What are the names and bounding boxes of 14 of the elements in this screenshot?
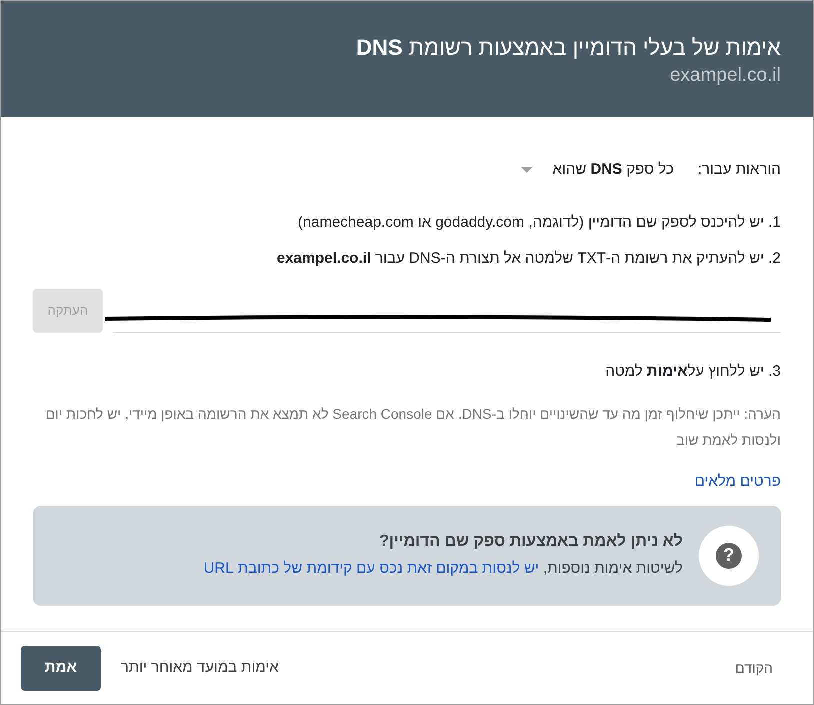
url-prefix-link[interactable]: יש לנסות במקום זאת נכס עם קידומת של כתובת URL bbox=[204, 560, 540, 578]
step-text: 1. יש להיכנס לספק שם הדומיין (לדוגמה, godaddy.com או namecheap.com) bbox=[297, 212, 781, 232]
dialog-subtitle: exampel.co.il bbox=[670, 64, 781, 88]
back-button[interactable]: הקודם bbox=[715, 658, 793, 678]
help-title: לא ניתן לאמת באמצעות ספק שם הדומיין? bbox=[378, 532, 683, 552]
help-text: לשיטות אימות נוספות, יש לנסות במקום זאת נכס עם קידומת של כתובת URL bbox=[204, 559, 683, 580]
note-text: הערה: ייתכן שיחלוף זמן מה עד שהשינויים יוחלו ב-DNS. אם Search Console לא תמצא את הרשומה באופן מיידי, יש לחכות יום ולנסות לאמת שוב bbox=[44, 405, 781, 450]
verify-later-button[interactable]: אימות במועד מאוחר יותר bbox=[101, 656, 299, 680]
instructions-label: הוראות עבור: bbox=[698, 160, 781, 180]
details-link[interactable]: פרטים מלאים bbox=[694, 471, 781, 494]
dropdown-caret-icon bbox=[520, 167, 533, 174]
step-text: 3. יש ללחוץ עלאימות למטה bbox=[604, 362, 781, 382]
verify-button[interactable]: אמת bbox=[21, 646, 101, 690]
question-icon: ? bbox=[716, 542, 742, 568]
